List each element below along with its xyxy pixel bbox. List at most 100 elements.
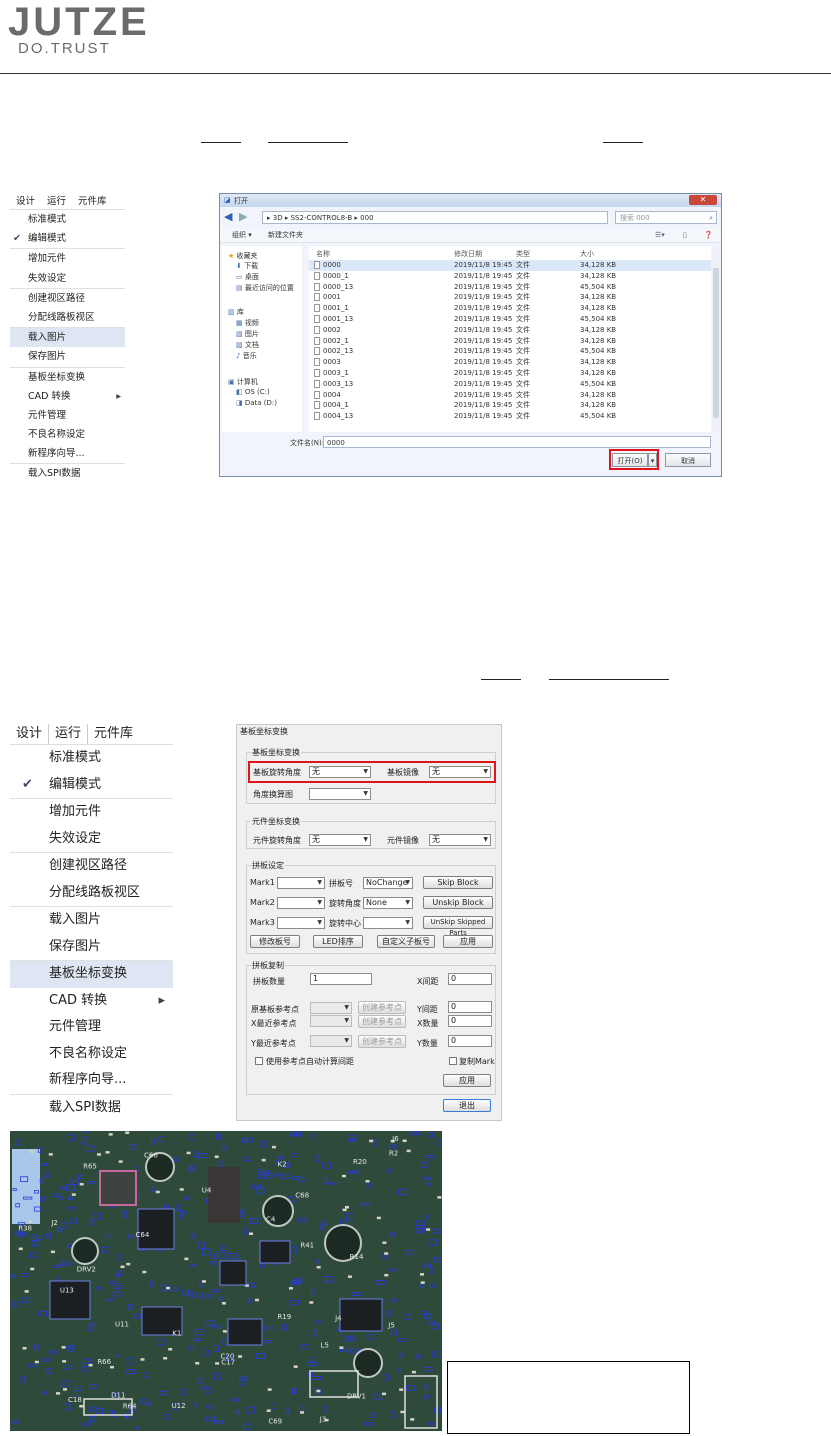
- menu-run[interactable]: 运行: [41, 194, 72, 209]
- menu-item[interactable]: 基板坐标变换: [10, 960, 173, 988]
- nav-item[interactable]: ▦ 视频: [236, 318, 259, 328]
- menu-item[interactable]: 不良名称设定: [10, 1041, 173, 1068]
- menu-library[interactable]: 元件库: [87, 724, 139, 744]
- file-row[interactable]: 0002_13 2019/11/8 19:45 文件 45,504 KB: [309, 346, 711, 357]
- mark1-select[interactable]: [277, 877, 325, 889]
- file-row[interactable]: 0002_1 2019/11/8 19:45 文件 34,128 KB: [309, 336, 711, 347]
- nav-item[interactable]: ▭ 桌面: [236, 272, 259, 282]
- apply-panel-settings-button[interactable]: 应用: [443, 935, 493, 948]
- nav-item[interactable]: ▤ 最近访问的位置: [236, 283, 294, 293]
- file-row[interactable]: 0000_1 2019/11/8 19:45 文件 34,128 KB: [309, 271, 711, 282]
- nav-item[interactable]: ▨ 文档: [236, 340, 259, 350]
- nav-item[interactable]: ▣ 计算机: [228, 377, 258, 387]
- create-ref-button[interactable]: 创建参考点: [358, 1001, 406, 1014]
- path-segment[interactable]: 000: [360, 214, 373, 222]
- rotation-center-select[interactable]: [363, 917, 413, 929]
- file-row[interactable]: 0000 2019/11/8 19:45 文件 34,128 KB: [309, 260, 711, 271]
- file-row[interactable]: 0001 2019/11/8 19:45 文件 34,128 KB: [309, 292, 711, 303]
- base-ref-select[interactable]: [310, 1002, 352, 1014]
- file-row[interactable]: 0002 2019/11/8 19:45 文件 34,128 KB: [309, 325, 711, 336]
- file-row[interactable]: 0001_1 2019/11/8 19:45 文件 34,128 KB: [309, 303, 711, 314]
- nav-item[interactable]: ♪ 音乐: [236, 351, 257, 361]
- path-segment[interactable]: 3D: [273, 214, 283, 222]
- search-input[interactable]: 搜索 000 ⌕: [615, 211, 717, 224]
- nav-item[interactable]: ▧ 图片: [236, 329, 259, 339]
- preview-pane-icon[interactable]: ▯: [683, 229, 687, 242]
- menu-item[interactable]: 创建视区路径: [10, 287, 125, 308]
- file-list-scrollbar[interactable]: [712, 246, 720, 432]
- menu-item[interactable]: 失效设定: [10, 269, 125, 288]
- file-row[interactable]: 0001_13 2019/11/8 19:45 文件 45,504 KB: [309, 314, 711, 325]
- rotation-angle-select[interactable]: None: [363, 897, 413, 909]
- nav-item[interactable]: ◨ Data (D:): [236, 399, 277, 407]
- file-row[interactable]: 0004_1 2019/11/8 19:45 文件 34,128 KB: [309, 400, 711, 411]
- file-row[interactable]: 0003_13 2019/11/8 19:45 文件 45,504 KB: [309, 379, 711, 390]
- x-nearest-select[interactable]: [310, 1015, 352, 1027]
- nav-item[interactable]: ⬇ 下载: [236, 261, 258, 271]
- unskip-block-button[interactable]: Unskip Block: [423, 896, 493, 909]
- menu-item[interactable]: 基板坐标变换: [10, 366, 125, 387]
- panel-count-input[interactable]: 1: [310, 973, 372, 985]
- organize-button[interactable]: 组织 ▾: [232, 229, 252, 242]
- panel-number-select[interactable]: NoChange: [363, 877, 413, 889]
- x-count-input[interactable]: 0: [448, 1015, 492, 1027]
- mark2-select[interactable]: [277, 897, 325, 909]
- menu-item[interactable]: 标准模式: [10, 210, 125, 229]
- file-row[interactable]: 0000_13 2019/11/8 19:45 文件 45,504 KB: [309, 282, 711, 293]
- mark3-select[interactable]: [277, 917, 325, 929]
- file-row[interactable]: 0003 2019/11/8 19:45 文件 34,128 KB: [309, 357, 711, 368]
- menu-item[interactable]: CAD 转换 ▸: [10, 988, 173, 1015]
- unskip-skipped-parts-button[interactable]: UnSkip Skipped Parts: [423, 916, 493, 937]
- scrollbar-thumb[interactable]: [713, 268, 719, 418]
- help-icon[interactable]: ❓: [704, 229, 713, 242]
- file-row[interactable]: 0004_13 2019/11/8 19:45 文件 45,504 KB: [309, 411, 711, 422]
- menu-item[interactable]: 不良名称设定: [10, 425, 125, 444]
- address-bar[interactable]: ▸ 3D ▸ SS2-CONTROL8-B ▸ 000: [262, 211, 608, 224]
- forward-icon[interactable]: ▶: [239, 210, 247, 223]
- file-row[interactable]: 0003_1 2019/11/8 19:45 文件 34,128 KB: [309, 368, 711, 379]
- nav-item[interactable]: ▥ 库: [228, 307, 244, 317]
- menu-item[interactable]: 保存图片: [10, 934, 173, 961]
- component-mirror-select[interactable]: 无: [429, 834, 491, 846]
- column-header-type[interactable]: 类型: [516, 249, 530, 259]
- menu-item[interactable]: 保存图片: [10, 347, 125, 366]
- menu-item[interactable]: 增加元件: [10, 248, 125, 268]
- file-row[interactable]: 0004 2019/11/8 19:45 文件 34,128 KB: [309, 390, 711, 401]
- create-ref-button[interactable]: 创建参考点: [358, 1035, 406, 1048]
- menu-item[interactable]: 元件管理: [10, 406, 125, 425]
- exit-button[interactable]: 退出: [443, 1099, 491, 1112]
- menu-design[interactable]: 设计: [10, 724, 48, 744]
- auto-calc-checkbox[interactable]: [255, 1057, 263, 1065]
- apply-copy-button[interactable]: 应用: [443, 1074, 491, 1087]
- column-header-size[interactable]: 大小: [580, 249, 594, 259]
- back-icon[interactable]: ◀: [224, 210, 232, 223]
- menu-item[interactable]: 载入SPI数据: [10, 1093, 173, 1122]
- menu-item[interactable]: 元件管理: [10, 1014, 173, 1041]
- path-segment[interactable]: SS2-CONTROL8-B: [291, 214, 353, 222]
- create-ref-button[interactable]: 创建参考点: [358, 1015, 406, 1028]
- y-spacing-input[interactable]: 0: [448, 1001, 492, 1013]
- nav-item[interactable]: ◧ OS (C:): [236, 388, 270, 396]
- menu-item[interactable]: 创建视区路径: [10, 852, 173, 880]
- cancel-button[interactable]: 取消: [665, 453, 711, 467]
- component-rotation-select[interactable]: 无: [309, 834, 371, 846]
- menu-item[interactable]: 分配线路板视区: [10, 308, 125, 327]
- skip-block-button[interactable]: Skip Block: [423, 876, 493, 889]
- view-options-icon[interactable]: ☰▾: [655, 229, 665, 242]
- y-nearest-select[interactable]: [310, 1035, 352, 1047]
- column-header-name[interactable]: 名称: [316, 249, 330, 259]
- y-count-input[interactable]: 0: [448, 1035, 492, 1047]
- angle-calc-select[interactable]: [309, 788, 371, 800]
- menu-item[interactable]: 标准模式: [10, 745, 173, 772]
- menu-item[interactable]: CAD 转换 ▸: [10, 387, 125, 406]
- x-spacing-input[interactable]: 0: [448, 973, 492, 985]
- menu-item[interactable]: 载入图片: [10, 327, 125, 348]
- menu-item[interactable]: 编辑模式 ✔: [10, 229, 125, 248]
- column-header-date[interactable]: 修改日期: [454, 249, 482, 259]
- menu-item[interactable]: 载入SPI数据: [10, 463, 125, 483]
- menu-item[interactable]: 分配线路板视区: [10, 880, 173, 907]
- led-sort-button[interactable]: LED排序: [313, 935, 363, 948]
- modify-panel-number-button[interactable]: 修改板号: [250, 935, 300, 948]
- menu-item[interactable]: 失效设定: [10, 826, 173, 853]
- new-folder-button[interactable]: 新建文件夹: [268, 229, 303, 242]
